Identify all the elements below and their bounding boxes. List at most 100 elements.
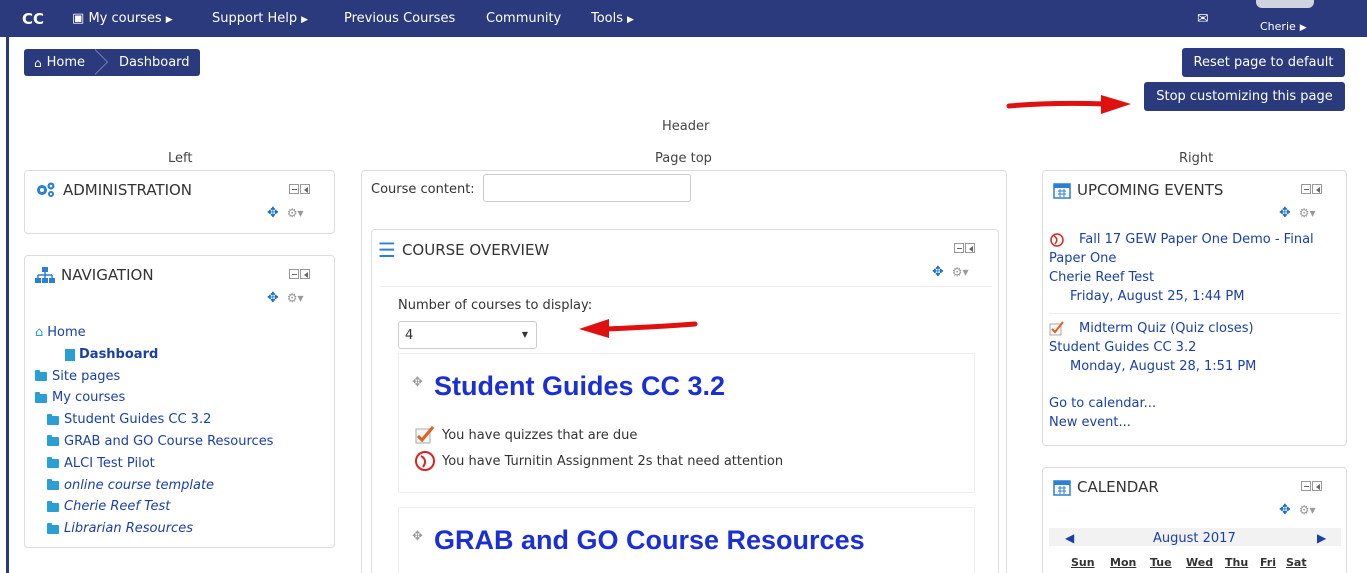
collapse-icon[interactable] <box>954 243 964 253</box>
calendar-weekday: Sat <box>1286 556 1307 569</box>
event-link[interactable]: Fall 17 GEW Paper One Demo - Final <box>1079 230 1314 249</box>
nav-previous-courses[interactable]: Previous Courses <box>344 11 455 26</box>
move-icon[interactable]: ✥ <box>1279 502 1291 518</box>
event-date: Monday, August 28, 1:51 PM <box>1070 359 1257 374</box>
nav-tree-course[interactable]: Librarian Resources <box>35 518 273 540</box>
caret-right-icon: ▶ <box>301 15 309 25</box>
folder-icon <box>35 369 47 381</box>
move-icon[interactable]: ✥ <box>412 375 423 390</box>
calendar-icon <box>1053 181 1071 199</box>
navigation-title: NAVIGATION <box>61 266 154 284</box>
collapse-icon[interactable] <box>289 184 299 194</box>
courses-to-display-select[interactable]: 4 ▼ <box>398 321 537 349</box>
page-icon <box>65 348 75 361</box>
nav-tools[interactable]: Tools ▶ <box>591 11 634 26</box>
messages-icon[interactable]: ✉ <box>1197 11 1209 27</box>
breadcrumb-home[interactable]: ⌂ Home <box>24 49 95 76</box>
gear-icon[interactable]: ⚙▾ <box>287 206 304 220</box>
event-course-link[interactable]: Cherie Reef Test <box>1049 270 1154 285</box>
nav-community[interactable]: Community <box>486 11 561 26</box>
move-icon[interactable]: ✥ <box>1279 205 1291 221</box>
stop-customizing-button[interactable]: Stop customizing this page <box>1144 82 1345 111</box>
course-content-input[interactable] <box>483 174 691 202</box>
collapse-icon[interactable] <box>289 269 299 279</box>
calendar-weekday: Tue <box>1150 556 1172 569</box>
region-header-label: Header <box>662 119 710 134</box>
event-link-cont[interactable]: Paper One <box>1049 249 1314 268</box>
go-to-calendar-link[interactable]: Go to calendar... <box>1049 394 1156 413</box>
gear-icon[interactable]: ⚙▾ <box>1299 503 1316 517</box>
calendar-weekday: Sun <box>1071 556 1095 569</box>
nav-tree-home[interactable]: ⌂ Home <box>35 322 273 344</box>
list-icon: ☰ <box>378 238 396 262</box>
briefcase-icon: ▣ <box>72 11 85 26</box>
page-top-region: Course content: ☰ COURSE OVERVIEW ✥ ⚙▾ Nu… <box>361 170 1007 573</box>
collapse-icon[interactable] <box>1301 481 1311 491</box>
move-icon[interactable]: ✥ <box>267 205 279 221</box>
nav-tree-site-pages[interactable]: Site pages <box>35 366 273 388</box>
event-course-link[interactable]: Student Guides CC 3.2 <box>1049 340 1196 355</box>
move-icon[interactable]: ✥ <box>267 290 279 306</box>
calendar-weekday: Fri <box>1260 556 1277 569</box>
event-link[interactable]: Midterm Quiz (Quiz closes) <box>1079 319 1254 338</box>
nav-tree-dashboard[interactable]: Dashboard <box>35 344 273 366</box>
dock-icon[interactable] <box>300 184 310 194</box>
collapse-icon[interactable] <box>1301 184 1311 194</box>
divider <box>1049 313 1341 314</box>
calendar-block: CALENDAR ✥ ⚙▾ ◀ August 2017 ▶ Sun Mon Tue… <box>1042 467 1347 573</box>
breadcrumb-dashboard[interactable]: Dashboard <box>109 49 200 76</box>
region-left-label: Left <box>168 151 193 166</box>
folder-open-icon <box>35 391 47 403</box>
administration-block: ADMINISTRATION ✥ ⚙▾ <box>24 170 335 234</box>
calendar-icon <box>1053 478 1071 496</box>
region-right-label: Right <box>1179 151 1214 166</box>
nav-tree-my-courses[interactable]: My courses <box>35 387 273 409</box>
nav-tree-course[interactable]: Cherie Reef Test <box>35 496 273 518</box>
new-event-link[interactable]: New event... <box>1049 413 1156 432</box>
quiz-icon <box>1049 320 1064 335</box>
dock-icon[interactable] <box>300 269 310 279</box>
nav-tree-course[interactable]: GRAB and GO Course Resources <box>35 431 273 453</box>
dock-icon[interactable] <box>1312 184 1322 194</box>
move-icon[interactable]: ✥ <box>932 264 944 280</box>
move-icon[interactable]: ✥ <box>412 529 423 544</box>
nav-my-courses[interactable]: ▣ My courses ▶ <box>72 11 173 26</box>
reset-page-button[interactable]: Reset page to default <box>1182 48 1345 77</box>
course-title-link[interactable]: Student Guides CC 3.2 <box>434 371 725 402</box>
event-item: Midterm Quiz (Quiz closes) Student Guide… <box>1049 319 1256 376</box>
calendar-weekday: Wed <box>1186 556 1214 569</box>
site-brand[interactable]: CC <box>22 10 44 28</box>
calendar-next-icon[interactable]: ▶ <box>1317 531 1326 545</box>
user-menu[interactable]: Cherie ▶ <box>1254 0 1316 37</box>
calendar-month[interactable]: August 2017 <box>1153 531 1236 546</box>
navigation-block: NAVIGATION ✥ ⚙▾ ⌂ Home Dashboard Site page… <box>24 255 335 548</box>
folder-icon <box>47 435 59 447</box>
calendar-prev-icon[interactable]: ◀ <box>1065 531 1074 545</box>
dock-icon[interactable] <box>1312 481 1322 491</box>
nav-tree-course[interactable]: ALCI Test Pilot <box>35 453 273 475</box>
red-arrow-icon <box>1006 95 1131 114</box>
breadcrumb: ⌂ Home Dashboard <box>24 49 200 76</box>
red-arrow-icon <box>579 319 698 338</box>
folder-icon <box>47 522 59 534</box>
calendar-weekday: Mon <box>1110 556 1137 569</box>
folder-icon <box>47 413 59 425</box>
nav-support-help[interactable]: Support Help ▶ <box>212 11 308 26</box>
navigation-tree: ⌂ Home Dashboard Site pages My courses St… <box>35 322 273 540</box>
dock-icon[interactable] <box>965 243 975 253</box>
gear-icon[interactable]: ⚙▾ <box>952 265 969 279</box>
nav-tree-course[interactable]: Student Guides CC 3.2 <box>35 409 273 431</box>
avatar <box>1256 0 1314 8</box>
gear-icon[interactable]: ⚙▾ <box>287 291 304 305</box>
courses-to-display-label: Number of courses to display: <box>398 298 593 313</box>
calendar-title: CALENDAR <box>1077 478 1159 496</box>
calendar-weekday: Thu <box>1225 556 1249 569</box>
caret-right-icon: ▶ <box>1299 23 1307 33</box>
top-navbar: CC ▣ My courses ▶ Support Help ▶ Previous … <box>0 0 1367 37</box>
nav-tree-course[interactable]: online course template <box>35 475 273 497</box>
course-title-link[interactable]: GRAB and GO Course Resources <box>434 525 865 556</box>
course-card: ✥ GRAB and GO Course Resources <box>398 507 975 573</box>
gear-icon[interactable]: ⚙▾ <box>1299 206 1316 220</box>
quiz-notice: You have quizzes that are due <box>442 427 638 443</box>
folder-icon <box>47 457 59 469</box>
